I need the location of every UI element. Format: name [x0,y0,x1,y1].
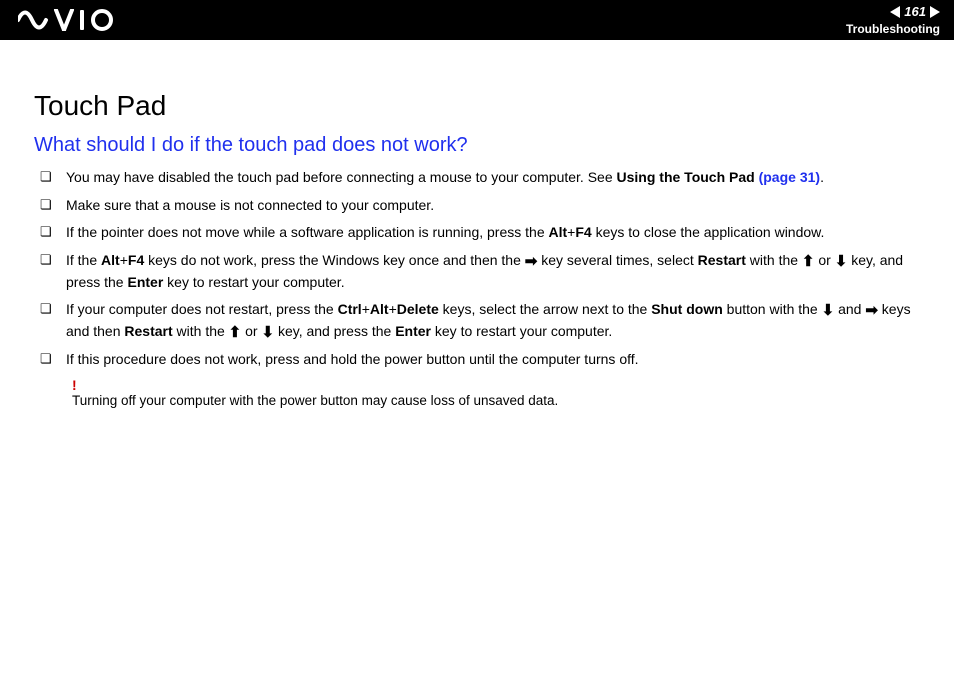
text: and [834,301,865,317]
text: If this procedure does not work, press a… [66,351,639,367]
text: or [241,323,261,339]
text: You may have disabled the touch pad befo… [66,169,617,185]
key-enter: Enter [395,323,431,339]
troubleshoot-list: You may have disabled the touch pad befo… [34,167,920,371]
text: + [389,301,397,317]
page-header: 161 Troubleshooting [0,0,954,40]
key-alt: Alt [101,252,120,268]
text: If the pointer does not move while a sof… [66,224,549,240]
key-f4: F4 [575,224,591,240]
arrow-down-icon: ⬇ [835,254,848,269]
question-heading: What should I do if the touch pad does n… [34,134,920,157]
page-nav: 161 [846,4,940,20]
text: key, and press the [274,323,395,339]
text: with the [173,323,229,339]
caution-note: ! Turning off your computer with the pow… [34,377,920,408]
list-item: You may have disabled the touch pad befo… [34,167,920,189]
arrow-down-icon: ⬇ [261,325,274,340]
page-title: Touch Pad [34,90,920,122]
text: with the [746,252,802,268]
nav-prev-icon[interactable] [890,6,900,18]
key-ctrl: Ctrl [338,301,362,317]
arrow-up-icon: ⬆ [229,325,242,340]
nav-next-icon[interactable] [930,6,940,18]
list-item: Make sure that a mouse is not connected … [34,195,920,217]
text: key several times, select [537,252,697,268]
list-item: If the Alt+F4 keys do not work, press th… [34,250,920,293]
list-item: If your computer does not restart, press… [34,299,920,342]
page-content: Touch Pad What should I do if the touch … [0,40,954,408]
list-item: If this procedure does not work, press a… [34,349,920,371]
text: keys do not work, press the Windows key … [144,252,525,268]
text: + [120,252,128,268]
menu-restart: Restart [698,252,746,268]
text: If your computer does not restart, press… [66,301,338,317]
arrow-up-icon: ⬆ [802,254,815,269]
text: + [362,301,370,317]
text: If the [66,252,101,268]
text: keys, select the arrow next to the [439,301,651,317]
menu-restart: Restart [124,323,172,339]
button-shutdown: Shut down [651,301,723,317]
text: button with the [723,301,822,317]
page-ref-link[interactable]: (page 31) [759,169,820,185]
page-number: 161 [904,4,926,20]
section-label: Troubleshooting [846,22,940,36]
key-delete: Delete [397,301,439,317]
arrow-right-icon: ➡ [525,254,538,269]
header-right: 161 Troubleshooting [846,4,940,36]
text: key to restart your computer. [431,323,612,339]
text: keys to close the application window. [592,224,825,240]
text: key to restart your computer. [163,274,344,290]
ref-title: Using the Touch Pad [617,169,759,185]
key-alt: Alt [549,224,568,240]
text: or [815,252,835,268]
key-enter: Enter [127,274,163,290]
key-f4: F4 [128,252,144,268]
arrow-right-icon: ➡ [865,303,878,318]
warning-icon: ! [72,377,920,393]
arrow-down-icon: ⬇ [822,303,835,318]
key-alt: Alt [370,301,389,317]
text: Make sure that a mouse is not connected … [66,197,434,213]
vaio-logo [18,9,118,31]
text: . [820,169,824,185]
list-item: If the pointer does not move while a sof… [34,222,920,244]
note-text: Turning off your computer with the power… [72,393,558,408]
